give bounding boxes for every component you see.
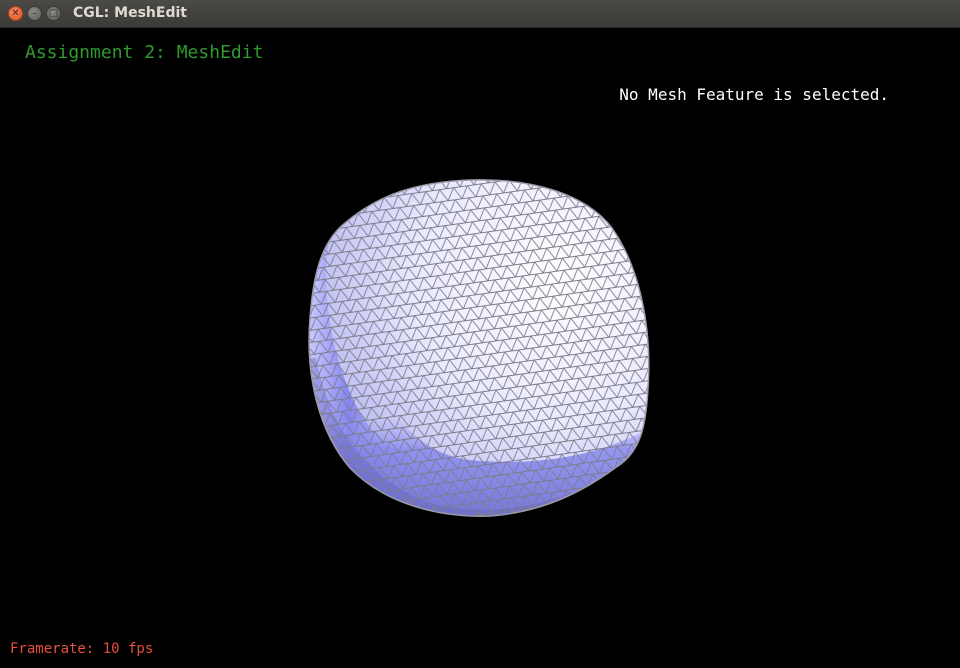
app-window: ✕ – □ CGL: MeshEdit Assignment 2: MeshEd…	[0, 0, 960, 668]
mesh-render[interactable]	[0, 28, 960, 668]
mesh-surface[interactable]	[280, 158, 680, 548]
maximize-icon[interactable]: □	[46, 6, 61, 21]
title-bar[interactable]: ✕ – □ CGL: MeshEdit	[0, 0, 960, 28]
framerate-label: Framerate: 10 fps	[10, 641, 154, 657]
minimize-icon[interactable]: –	[27, 6, 42, 21]
close-icon[interactable]: ✕	[8, 6, 23, 21]
mesh-viewport[interactable]: Assignment 2: MeshEdit No Mesh Feature i…	[0, 28, 960, 668]
window-title: CGL: MeshEdit	[73, 5, 187, 21]
